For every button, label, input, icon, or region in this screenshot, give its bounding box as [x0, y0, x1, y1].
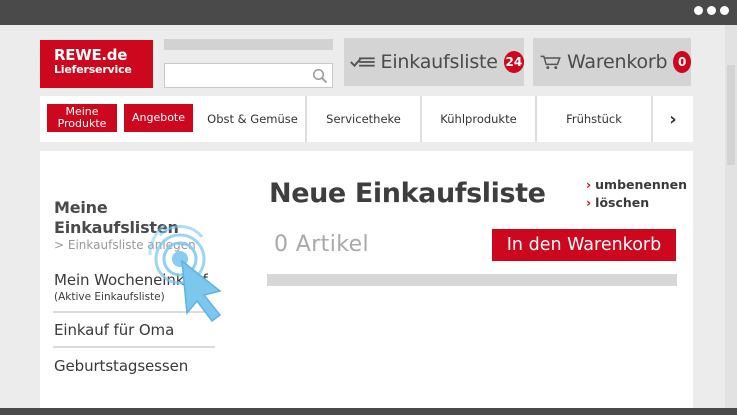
- nav-item-fruit-vegetables[interactable]: Obst & Gemüse: [200, 96, 307, 142]
- article-count: 0 Artikel: [274, 232, 370, 257]
- cart-count-badge: 0: [673, 51, 691, 73]
- rename-label: umbenennen: [595, 177, 688, 192]
- delete-label: löschen: [595, 195, 650, 210]
- logo-sub-text: Lieferservice: [54, 63, 132, 76]
- list-item-birthday-dinner[interactable]: Geburtstagsessen: [54, 357, 188, 375]
- logo-main-text: REWE.de: [54, 46, 128, 64]
- shopping-list-button[interactable]: Einkaufsliste 24: [344, 38, 524, 86]
- cart-icon: [540, 55, 561, 70]
- cart-button[interactable]: Warenkorb 0: [533, 38, 691, 86]
- search-placeholder-bar: [164, 39, 333, 50]
- click-cursor-icon: [148, 223, 222, 323]
- cart-label: Warenkorb: [567, 51, 668, 73]
- browser-bottom-frame: [0, 408, 737, 415]
- add-to-cart-button[interactable]: In den Warenkorb: [492, 229, 676, 261]
- shopping-list-count-badge: 24: [503, 51, 524, 73]
- scrollbar-thumb[interactable]: [727, 65, 735, 165]
- delete-link[interactable]: › löschen: [586, 194, 687, 212]
- list-actions: › umbenennen › löschen: [586, 176, 687, 212]
- rewe-logo[interactable]: REWE.de Lieferservice: [40, 40, 153, 88]
- browser-titlebar: [0, 0, 737, 25]
- window-dot: [720, 6, 729, 15]
- nav-item-chilled-products[interactable]: Kühlprodukte: [422, 96, 537, 142]
- window-menu-dots[interactable]: [694, 6, 729, 15]
- nav-my-products[interactable]: Meine Produkte: [47, 104, 117, 132]
- list-icon: [350, 57, 375, 68]
- chevron-right-icon: ›: [586, 177, 592, 192]
- list-title: Neue Einkaufsliste: [269, 178, 546, 209]
- nav-next-arrow[interactable]: ›: [653, 96, 693, 142]
- nav-item-breakfast[interactable]: Frühstück: [537, 96, 653, 142]
- window-dot: [707, 6, 716, 15]
- vertical-scrollbar[interactable]: [725, 25, 737, 408]
- nav-item-service-counter[interactable]: Servicetheke: [307, 96, 422, 142]
- category-nav: Meine Produkte Angebote Obst & Gemüse Se…: [40, 96, 693, 142]
- rename-link[interactable]: › umbenennen: [586, 176, 687, 194]
- sidebar-divider: [53, 346, 215, 348]
- search-input[interactable]: [164, 63, 333, 88]
- chevron-right-icon: ›: [586, 195, 592, 210]
- shopping-list-label: Einkaufsliste: [380, 51, 498, 73]
- nav-offers[interactable]: Angebote: [124, 104, 193, 132]
- list-items-placeholder-bar: [267, 274, 677, 286]
- search-icon[interactable]: [312, 68, 328, 84]
- window-dot: [694, 6, 703, 15]
